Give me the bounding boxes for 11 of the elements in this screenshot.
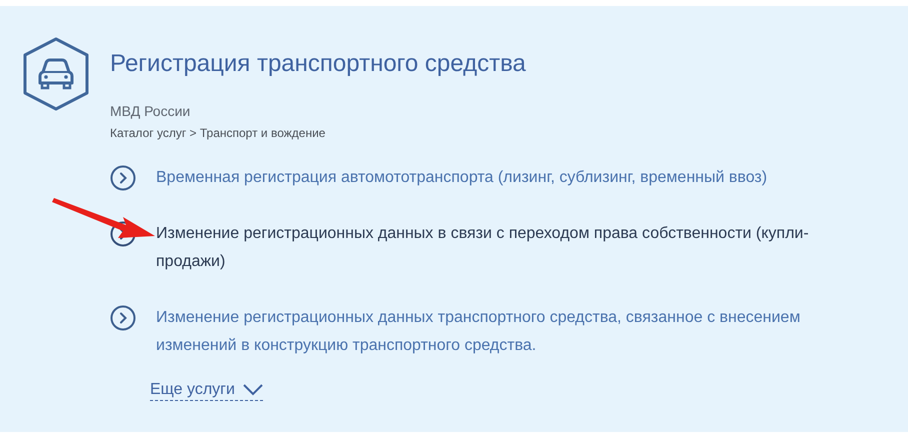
service-link[interactable]: Изменение регистрационных данных в связи с переходом права собственности (купли-продажи)	[156, 220, 850, 276]
chevron-circle-icon	[110, 165, 136, 191]
more-services-button[interactable]: Еще услуги	[150, 380, 263, 401]
service-title: Регистрация транспортного средства	[110, 49, 527, 79]
pointer-arrow-icon	[52, 195, 156, 241]
breadcrumb[interactable]: Каталог услуг > Транспорт и вождение	[110, 124, 850, 142]
service-link[interactable]: Временная регистрация автомототранспорта (лизинг, сублизинг, временный ввоз)	[156, 164, 768, 192]
caret-icon	[242, 384, 263, 396]
agency-name: МВД России	[110, 102, 192, 121]
chevron-circle-icon	[110, 305, 136, 331]
service-link[interactable]: Изменение регистрационных данных транспортного средства, связанное с внесением изменений в конструкцию транспортного средства.	[156, 304, 850, 360]
